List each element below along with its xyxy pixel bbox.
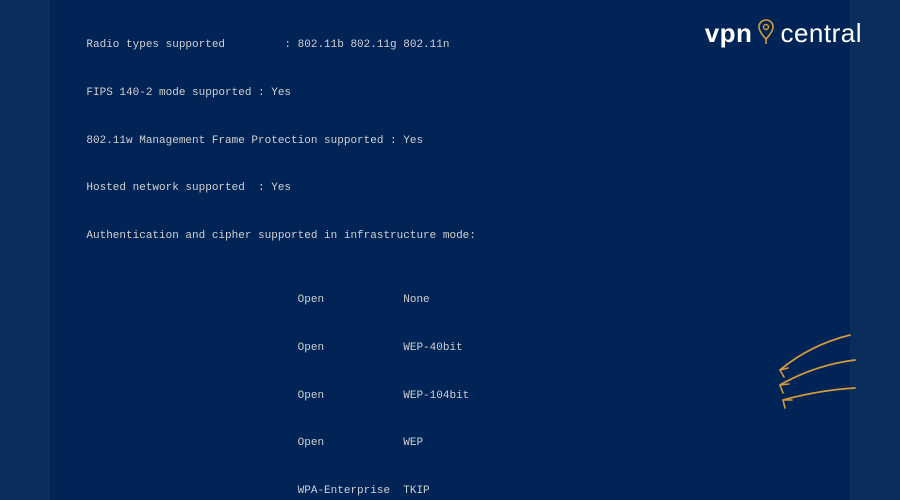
output-line: Open WEP-104bit — [60, 389, 840, 405]
output-line: Hosted network supported : Yes — [60, 181, 840, 197]
output-line: 802.11w Management Frame Protection supp… — [60, 134, 840, 150]
output-line: WPA-Enterprise TKIP — [60, 484, 840, 500]
powershell-terminal[interactable]: Radio types supported : 802.11b 802.11g … — [50, 0, 850, 500]
output-line: Radio types supported : 802.11b 802.11g … — [60, 38, 840, 54]
output-line: Open None — [60, 293, 840, 309]
output-line: Open WEP — [60, 436, 840, 452]
output-line: Open WEP-40bit — [60, 341, 840, 357]
output-line: Authentication and cipher supported in i… — [60, 229, 840, 245]
output-line: FIPS 140-2 mode supported : Yes — [60, 86, 840, 102]
